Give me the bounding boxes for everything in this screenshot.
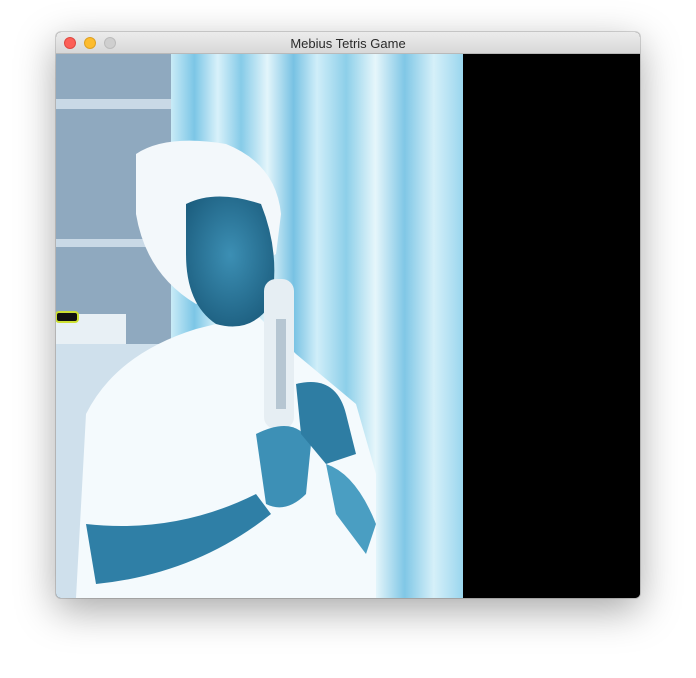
app-window: Mebius Tetris Game — [56, 32, 640, 598]
game-canvas[interactable] — [56, 54, 640, 598]
window-title: Mebius Tetris Game — [290, 36, 406, 51]
video-frame — [56, 54, 463, 598]
title-bar[interactable]: Mebius Tetris Game — [56, 32, 640, 54]
